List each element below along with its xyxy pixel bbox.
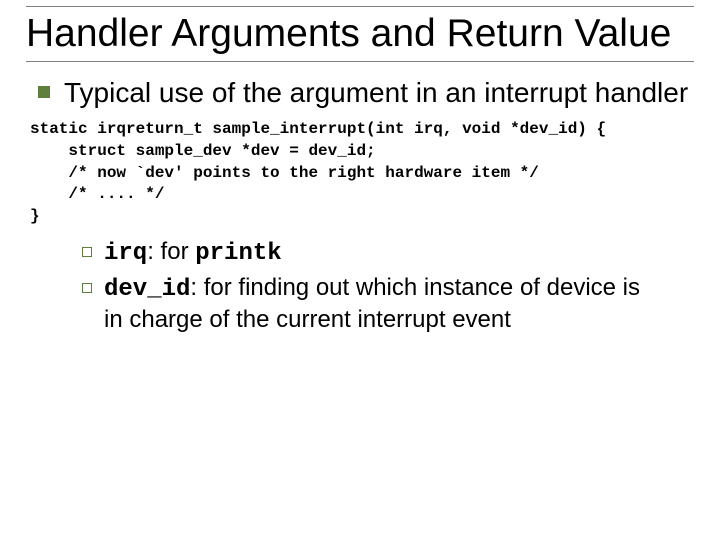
subpoint-irq: irq: for printk — [104, 237, 282, 269]
subpoint-devid: dev_id: for finding out which instance o… — [104, 273, 664, 335]
bullet-level2: dev_id: for finding out which instance o… — [82, 273, 694, 335]
code-span: dev_id — [104, 276, 190, 303]
hollow-square-bullet-icon — [82, 247, 92, 257]
top-rule — [26, 6, 694, 7]
bullet-text: Typical use of the argument in an interr… — [64, 76, 688, 110]
code-span: irq — [104, 240, 147, 267]
code-span: printk — [195, 240, 281, 267]
bullet-level2: irq: for printk — [82, 237, 694, 269]
code-block: static irqreturn_t sample_interrupt(int … — [30, 119, 694, 227]
square-bullet-icon — [38, 86, 50, 98]
slide: Handler Arguments and Return Value Typic… — [0, 0, 720, 540]
slide-title: Handler Arguments and Return Value — [26, 12, 694, 57]
hollow-square-bullet-icon — [82, 283, 92, 293]
title-rule — [26, 61, 694, 62]
bullet-level1: Typical use of the argument in an interr… — [38, 76, 694, 110]
text-span: : for — [147, 238, 195, 265]
